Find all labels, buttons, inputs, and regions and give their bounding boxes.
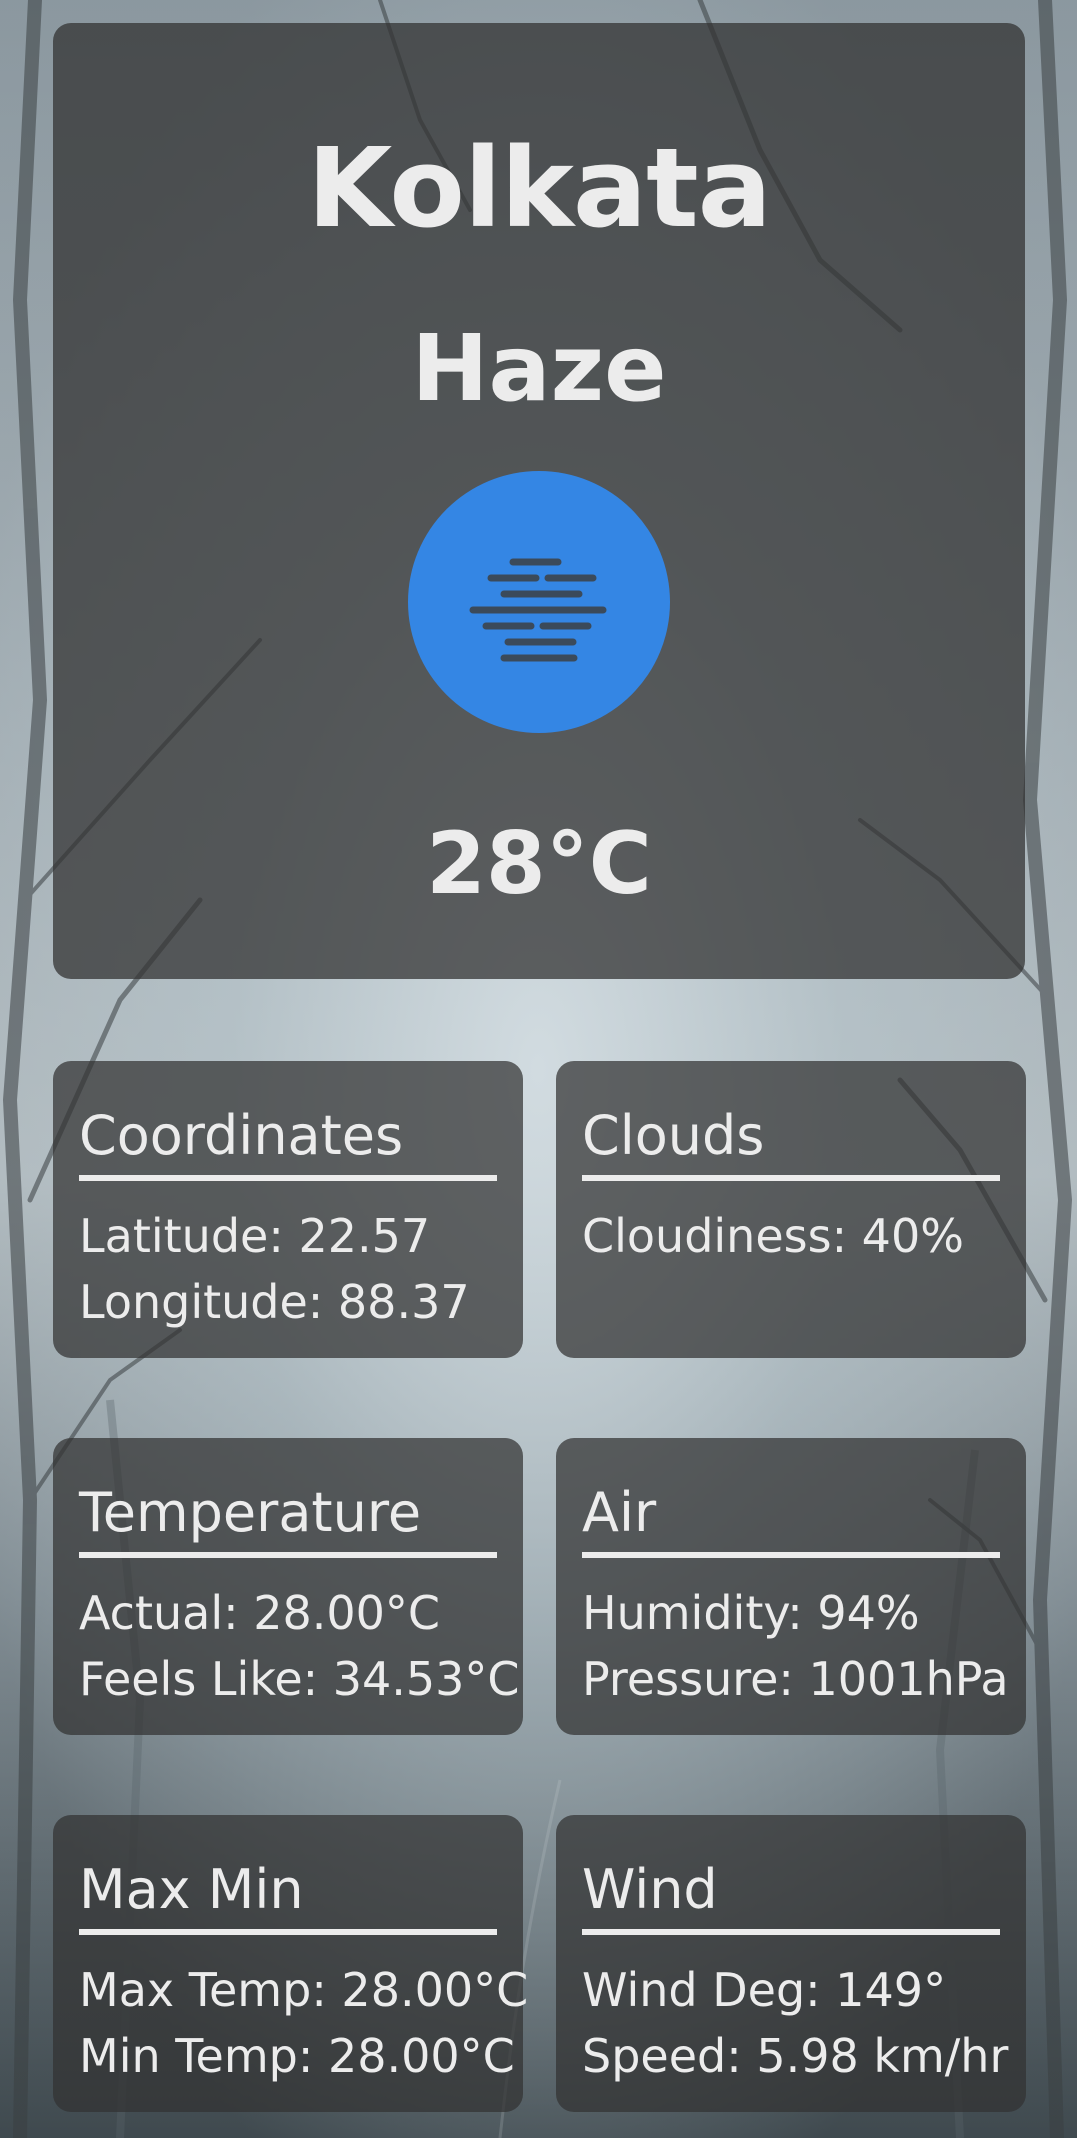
- card-title: Clouds: [582, 1109, 1000, 1181]
- feels-like-value: Feels Like: 34.53°C: [79, 1652, 520, 1706]
- current-weather-card: Kolkata Haze 28°C: [53, 23, 1025, 979]
- cloudiness-value: Cloudiness: 40%: [582, 1209, 964, 1263]
- weather-icon-badge: [408, 471, 670, 733]
- clouds-card: Clouds Cloudiness: 40%: [556, 1061, 1026, 1358]
- card-title: Temperature: [79, 1486, 497, 1558]
- min-temp-value: Min Temp: 28.00°C: [79, 2029, 515, 2083]
- temperature-card: Temperature Actual: 28.00°C Feels Like: …: [53, 1438, 523, 1735]
- card-title: Max Min: [79, 1863, 497, 1935]
- actual-temperature-value: Actual: 28.00°C: [79, 1586, 441, 1640]
- longitude-value: Longitude: 88.37: [79, 1275, 470, 1329]
- coordinates-card: Coordinates Latitude: 22.57 Longitude: 8…: [53, 1061, 523, 1358]
- card-title: Wind: [582, 1863, 1000, 1935]
- card-title: Air: [582, 1486, 1000, 1558]
- humidity-value: Humidity: 94%: [582, 1586, 920, 1640]
- max-min-card: Max Min Max Temp: 28.00°C Min Temp: 28.0…: [53, 1815, 528, 2112]
- latitude-value: Latitude: 22.57: [79, 1209, 431, 1263]
- current-temperature: 28°C: [426, 814, 652, 914]
- card-title: Coordinates: [79, 1109, 497, 1181]
- haze-icon: [469, 558, 607, 662]
- air-card: Air Humidity: 94% Pressure: 1001hPa: [556, 1438, 1026, 1735]
- pressure-value: Pressure: 1001hPa: [582, 1652, 1009, 1706]
- weather-condition: Haze: [411, 315, 667, 422]
- wind-card: Wind Wind Deg: 149° Speed: 5.98 km/hr: [556, 1815, 1026, 2112]
- wind-degree-value: Wind Deg: 149°: [582, 1963, 947, 2017]
- max-temp-value: Max Temp: 28.00°C: [79, 1963, 529, 2017]
- city-name: Kolkata: [307, 124, 772, 252]
- wind-speed-value: Speed: 5.98 km/hr: [582, 2029, 1009, 2083]
